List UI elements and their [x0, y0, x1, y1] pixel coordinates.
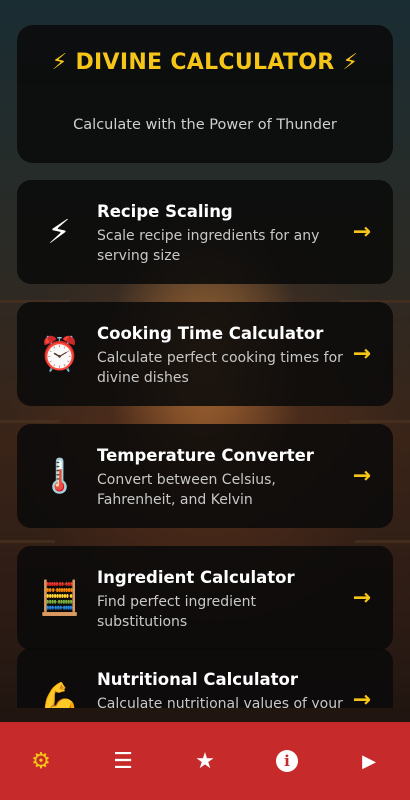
info-icon: i — [276, 750, 298, 772]
app-subtitle: Calculate with the Power of Thunder — [73, 117, 337, 133]
card-title: Temperature Converter — [97, 446, 314, 465]
play-icon: ▶ — [362, 750, 376, 772]
alarm-clock-icon: ⏰ — [39, 334, 81, 373]
hamburger-menu-icon: ☰ — [113, 748, 133, 774]
arrow-right-icon: → — [352, 463, 371, 489]
arrow-right-icon: → — [352, 687, 371, 709]
app-title: ⚡ DIVINE CALCULATOR ⚡ — [51, 50, 359, 75]
info-button[interactable]: i — [246, 722, 328, 800]
lightning-icon: ⚡ — [47, 212, 71, 251]
card-description: Find perfect ingredient substitutions — [97, 594, 257, 630]
play-button[interactable]: ▶ — [328, 722, 410, 800]
bottom-nav-bar: ⚙ ☰ ★ i ▶ — [0, 722, 410, 800]
abacus-icon: 🧮 — [39, 578, 81, 617]
card-title: Ingredient Calculator — [97, 568, 295, 587]
arrow-right-icon: → — [352, 219, 371, 245]
menu-button[interactable]: ☰ — [82, 722, 164, 800]
card-description: Convert between Celsius, Fahrenheit, and… — [97, 472, 276, 508]
settings-button[interactable]: ⚙ — [0, 722, 82, 800]
card-temperature-converter[interactable]: 🌡️ Temperature Converter Convert between… — [17, 424, 393, 528]
favorites-button[interactable]: ★ — [164, 722, 246, 800]
card-recipe-scaling[interactable]: ⚡ Recipe Scaling Scale recipe ingredient… — [17, 180, 393, 284]
card-nutritional-calculator[interactable]: 💪 Nutritional Calculator Calculate nutri… — [17, 648, 393, 708]
card-ingredient-calculator[interactable]: 🧮 Ingredient Calculator Find perfect ing… — [17, 546, 393, 650]
card-title: Recipe Scaling — [97, 202, 233, 221]
card-cooking-time-calculator[interactable]: ⏰ Cooking Time Calculator Calculate perf… — [17, 302, 393, 406]
card-description: Calculate perfect cooking times for divi… — [97, 350, 343, 386]
thermometer-icon: 🌡️ — [39, 456, 81, 495]
header-card: ⚡ DIVINE CALCULATOR ⚡ Calculate with the… — [17, 25, 393, 163]
arrow-right-icon: → — [352, 341, 371, 367]
card-description: Calculate nutritional values of your — [97, 696, 343, 708]
flexed-biceps-icon: 💪 — [39, 680, 81, 708]
card-title: Nutritional Calculator — [97, 670, 298, 689]
arrow-right-icon: → — [352, 585, 371, 611]
star-icon: ★ — [195, 748, 215, 774]
gear-icon: ⚙ — [31, 748, 51, 774]
card-description: Scale recipe ingredients for any serving… — [97, 228, 320, 264]
card-title: Cooking Time Calculator — [97, 324, 324, 343]
